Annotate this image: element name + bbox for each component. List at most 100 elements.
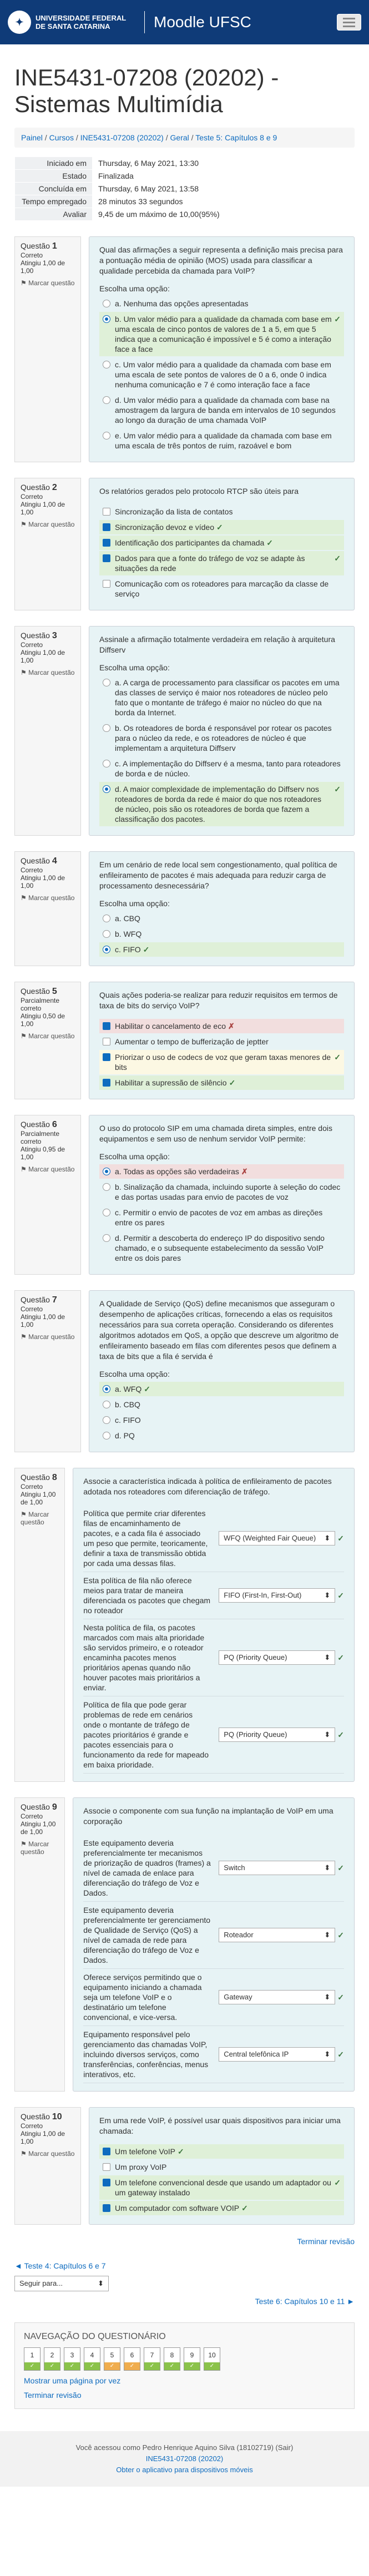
answer-option[interactable]: d. Permitir a descoberta do endereço IP …: [99, 1231, 344, 1265]
answer-option[interactable]: c. Um valor médio para a qualidade da ch…: [99, 357, 344, 392]
question-nav-button[interactable]: 7 ✓: [144, 2347, 160, 2371]
flag-question-button[interactable]: ⚑ Marcar questão: [21, 521, 75, 528]
flag-question-button[interactable]: ⚑ Marcar questão: [21, 279, 75, 287]
breadcrumb-item[interactable]: Teste 5: Capítulos 8 e 9: [195, 133, 277, 142]
checkbox[interactable]: [103, 539, 110, 547]
match-select[interactable]: FIFO (First-In, First-Out) ⬍: [219, 1588, 336, 1603]
flag-question-button[interactable]: ⚑ Marcar questão: [21, 1333, 75, 1341]
radio-button[interactable]: [103, 300, 110, 307]
answer-option[interactable]: Aumentar o tempo de bufferização de jept…: [99, 1034, 344, 1049]
radio-button[interactable]: [103, 1385, 110, 1393]
match-select[interactable]: WFQ (Weighted Fair Queue) ⬍: [219, 1531, 336, 1545]
match-select[interactable]: PQ (Priority Queue) ⬍: [219, 1650, 336, 1665]
answer-option[interactable]: Um proxy VoIP: [99, 2160, 344, 2174]
breadcrumb-item[interactable]: Geral: [170, 133, 189, 142]
answer-option[interactable]: b. WFQ: [99, 927, 344, 941]
answer-option[interactable]: b. Os roteadores de borda é responsável …: [99, 721, 344, 755]
answer-option[interactable]: Habilitar o cancelamento de eco ✗: [99, 1019, 344, 1033]
radio-button[interactable]: [103, 930, 110, 938]
answer-option[interactable]: c. FIFO ✓: [99, 942, 344, 957]
answer-option[interactable]: Dados para que a fonte do tráfego de voz…: [99, 551, 344, 575]
radio-button[interactable]: [103, 724, 110, 732]
question-nav-button[interactable]: 6 ✓: [124, 2347, 140, 2371]
flag-question-button[interactable]: ⚑ Marcar questão: [21, 1165, 75, 1173]
answer-option[interactable]: b. CBQ: [99, 1397, 344, 1412]
answer-option[interactable]: e. Um valor médio para a qualidade da ch…: [99, 428, 344, 453]
checkbox[interactable]: [103, 523, 110, 531]
match-select[interactable]: Roteador ⬍: [219, 1928, 336, 1942]
answer-option[interactable]: Identificação dos participantes da chama…: [99, 536, 344, 550]
radio-button[interactable]: [103, 1432, 110, 1439]
radio-button[interactable]: [103, 1168, 110, 1175]
breadcrumb-item[interactable]: Painel: [21, 133, 43, 142]
question-nav-button[interactable]: 10 ✓: [204, 2347, 220, 2371]
radio-button[interactable]: [103, 1234, 110, 1242]
checkbox[interactable]: [103, 2163, 110, 2171]
answer-option[interactable]: d. PQ: [99, 1428, 344, 1443]
answer-option[interactable]: d. Um valor médio para a qualidade da ch…: [99, 393, 344, 427]
checkbox[interactable]: [103, 2148, 110, 2155]
jump-to-select[interactable]: Seguir para... ⬍: [14, 2276, 109, 2291]
radio-button[interactable]: [103, 785, 110, 793]
question-nav-button[interactable]: 8 ✓: [164, 2347, 180, 2371]
question-nav-button[interactable]: 5 ✓: [104, 2347, 120, 2371]
checkbox[interactable]: [103, 1022, 110, 1030]
prev-activity-link[interactable]: ◄ Teste 4: Capítulos 6 e 7: [14, 2261, 355, 2270]
answer-option[interactable]: c. Permitir o envio de pacotes de voz em…: [99, 1205, 344, 1230]
match-select[interactable]: Gateway ⬍: [219, 1990, 336, 2004]
answer-option[interactable]: b. Um valor médio para a qualidade da ch…: [99, 312, 344, 356]
question-nav-button[interactable]: 3 ✓: [64, 2347, 80, 2371]
question-nav-button[interactable]: 9 ✓: [184, 2347, 200, 2371]
finish-review-link[interactable]: Terminar revisão: [297, 2237, 355, 2246]
question-nav-button[interactable]: 4 ✓: [84, 2347, 100, 2371]
hamburger-menu-icon[interactable]: [337, 14, 361, 31]
answer-option[interactable]: d. A maior complexidade de implementação…: [99, 782, 344, 826]
checkbox[interactable]: [103, 508, 110, 516]
answer-option[interactable]: a. WFQ ✓: [99, 1382, 344, 1396]
answer-option[interactable]: b. Sinalização da chamada, incluindo sup…: [99, 1180, 344, 1204]
ufsc-logo[interactable]: ✦: [8, 11, 31, 34]
answer-option[interactable]: Um telefone VoIP ✓: [99, 2144, 344, 2159]
radio-button[interactable]: [103, 432, 110, 440]
match-select[interactable]: PQ (Priority Queue) ⬍: [219, 1728, 336, 1742]
answer-option[interactable]: a. Nenhuma das opções apresentadas: [99, 296, 344, 311]
site-name[interactable]: Moodle UFSC: [154, 13, 251, 31]
question-nav-button[interactable]: 1 ✓: [24, 2347, 41, 2371]
radio-button[interactable]: [103, 915, 110, 922]
checkbox[interactable]: [103, 554, 110, 562]
show-one-page-link[interactable]: Mostrar uma página por vez: [24, 2376, 345, 2385]
answer-option[interactable]: a. Todas as opções são verdadeiras ✗: [99, 1164, 344, 1179]
flag-question-button[interactable]: ⚑ Marcar questão: [21, 669, 75, 676]
match-select[interactable]: Central telefônica IP ⬍: [219, 2047, 336, 2062]
course-link[interactable]: INE5431-07208 (20202): [146, 2454, 224, 2463]
checkbox[interactable]: [103, 2204, 110, 2212]
radio-button[interactable]: [103, 396, 110, 404]
radio-button[interactable]: [103, 315, 110, 323]
radio-button[interactable]: [103, 1401, 110, 1408]
answer-option[interactable]: Habilitar a supressão de silêncio ✓: [99, 1075, 344, 1090]
flag-question-button[interactable]: ⚑ Marcar questão: [21, 1511, 59, 1526]
radio-button[interactable]: [103, 1183, 110, 1191]
match-select[interactable]: Switch ⬍: [219, 1861, 336, 1875]
radio-button[interactable]: [103, 946, 110, 953]
answer-option[interactable]: Sincronização da lista de contatos: [99, 504, 344, 519]
flag-question-button[interactable]: ⚑ Marcar questão: [21, 2150, 75, 2158]
radio-button[interactable]: [103, 760, 110, 767]
radio-button[interactable]: [103, 361, 110, 368]
question-nav-button[interactable]: 2 ✓: [44, 2347, 60, 2371]
radio-button[interactable]: [103, 1416, 110, 1424]
mobile-app-link[interactable]: Obter o aplicativo para dispositivos móv…: [116, 2466, 252, 2474]
answer-option[interactable]: c. FIFO: [99, 1413, 344, 1427]
finish-review-block-link[interactable]: Terminar revisão: [24, 2391, 345, 2400]
checkbox[interactable]: [103, 1079, 110, 1087]
answer-option[interactable]: c. A implementação do Diffserv é a mesma…: [99, 756, 344, 781]
answer-option[interactable]: Priorizar o uso de codecs de voz que ger…: [99, 1050, 344, 1074]
answer-option[interactable]: a. A carga de processamento para classif…: [99, 675, 344, 720]
answer-option[interactable]: Um computador com software VOIP ✓: [99, 2201, 344, 2215]
flag-question-button[interactable]: ⚑ Marcar questão: [21, 1032, 75, 1040]
answer-option[interactable]: Um telefone convencional desde que usand…: [99, 2175, 344, 2200]
breadcrumb-item[interactable]: Cursos: [49, 133, 74, 142]
checkbox[interactable]: [103, 580, 110, 588]
answer-option[interactable]: Comunicação com os roteadores para marca…: [99, 577, 344, 601]
answer-option[interactable]: a. CBQ: [99, 911, 344, 926]
